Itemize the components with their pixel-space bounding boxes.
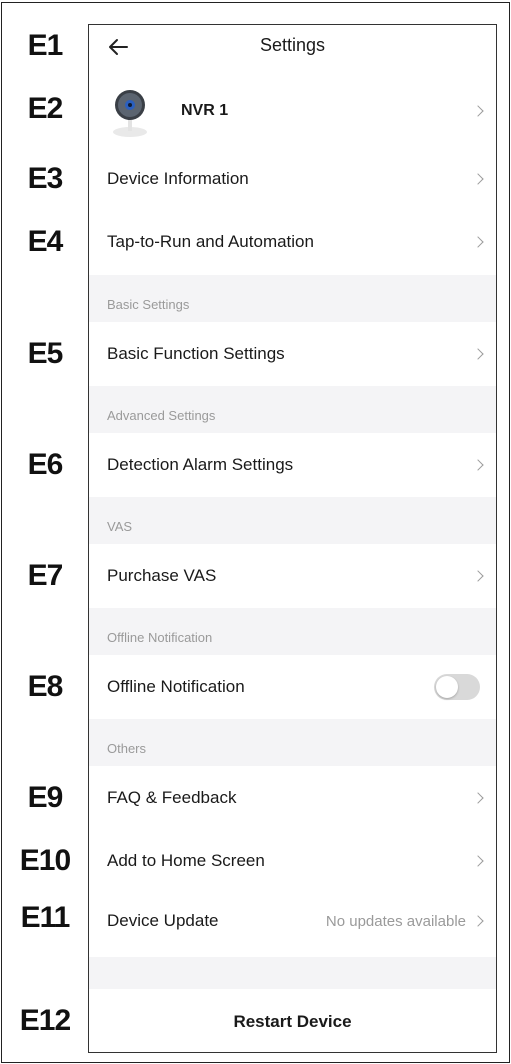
restart-device-label: Restart Device (233, 1012, 352, 1031)
device-update-label: Device Update (107, 911, 219, 930)
tap-to-run-label: Tap-to-Run and Automation (107, 232, 314, 251)
tap-to-run-row[interactable]: Tap-to-Run and Automation (89, 212, 496, 272)
device-information-row[interactable]: Device Information (89, 149, 496, 209)
badge-e2: E2 (27, 92, 64, 125)
camera-icon (113, 90, 147, 137)
page-title: Settings (259, 35, 326, 55)
section-label: VAS (107, 519, 133, 534)
badge-e10: E10 (19, 844, 71, 877)
faq-feedback-label: FAQ & Feedback (107, 788, 237, 807)
section-label: Offline Notification (107, 630, 213, 645)
section-others: Others (89, 719, 496, 766)
purchase-vas-label: Purchase VAS (107, 566, 217, 585)
basic-function-settings-row[interactable]: Basic Function Settings (89, 322, 496, 386)
restart-device-button[interactable]: Restart Device (89, 991, 496, 1052)
badge-e5: E5 (27, 337, 64, 370)
section-advanced-settings: Advanced Settings (89, 386, 496, 433)
badge-e1: E1 (27, 29, 64, 62)
device-row[interactable]: NVR 1 (89, 81, 496, 141)
chevron-right-icon (472, 105, 484, 117)
toggle-knob (436, 676, 458, 698)
badge-e11: E11 (20, 901, 71, 934)
annotated-screenshot: E1 E2 E3 E4 E5 E6 E7 E8 E9 E10 E11 E12 S… (0, 0, 511, 1064)
chevron-right-icon (472, 459, 484, 471)
badge-e8: E8 (27, 670, 64, 703)
detection-alarm-settings-row[interactable]: Detection Alarm Settings (89, 433, 496, 497)
badge-e7: E7 (27, 559, 64, 592)
section-offline-notification: Offline Notification (89, 608, 496, 655)
section-label: Basic Settings (107, 297, 190, 312)
basic-function-label: Basic Function Settings (107, 344, 285, 363)
purchase-vas-row[interactable]: Purchase VAS (89, 544, 496, 608)
faq-feedback-row[interactable]: FAQ & Feedback (89, 766, 496, 830)
add-home-screen-label: Add to Home Screen (107, 851, 265, 870)
device-update-row[interactable]: Device Update No updates available (89, 891, 496, 951)
section-spacer (89, 957, 496, 989)
section-vas: VAS (89, 497, 496, 544)
chevron-right-icon (472, 236, 484, 248)
detection-alarm-label: Detection Alarm Settings (107, 455, 294, 474)
badge-e6: E6 (27, 448, 64, 481)
badge-e3: E3 (27, 162, 64, 195)
badge-e4: E4 (27, 225, 64, 258)
offline-notification-toggle[interactable] (434, 674, 480, 700)
chevron-right-icon (472, 570, 484, 582)
section-basic-settings: Basic Settings (89, 275, 496, 322)
device-name: NVR 1 (181, 102, 229, 119)
settings-screen: Settings NVR 1 Device Information Tap-to… (88, 24, 497, 1053)
add-to-home-screen-row[interactable]: Add to Home Screen (89, 831, 496, 891)
section-label: Others (107, 741, 147, 756)
device-update-status: No updates available (325, 912, 466, 930)
badge-e9: E9 (27, 781, 64, 814)
offline-notification-label: Offline Notification (107, 677, 245, 696)
section-label: Advanced Settings (107, 408, 216, 423)
offline-notification-row: Offline Notification (89, 655, 496, 719)
device-information-label: Device Information (107, 169, 249, 188)
chevron-right-icon (472, 173, 484, 185)
chevron-right-icon (472, 855, 484, 867)
badge-e12: E12 (19, 1004, 71, 1037)
chevron-right-icon (472, 792, 484, 804)
chevron-right-icon (472, 915, 484, 927)
chevron-right-icon (472, 348, 484, 360)
